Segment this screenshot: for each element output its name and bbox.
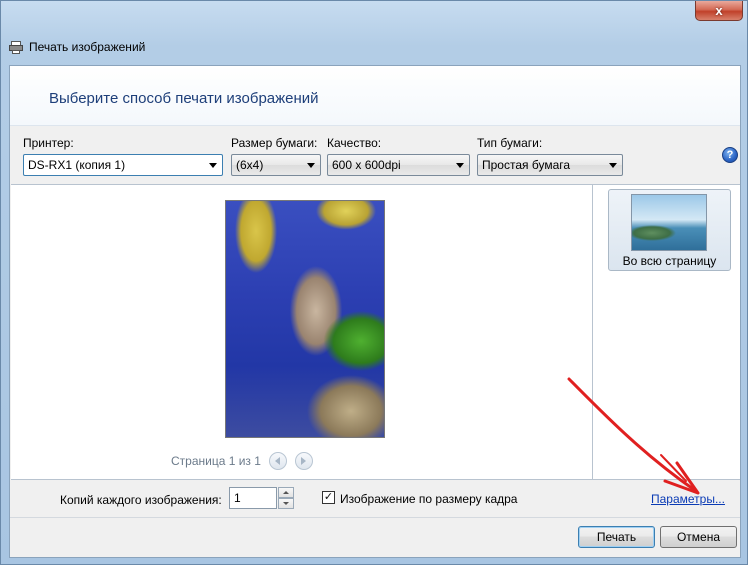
chevron-down-icon — [609, 162, 617, 168]
arrow-right-icon — [301, 457, 307, 465]
options-link[interactable]: Параметры... — [651, 492, 725, 506]
copies-increment-button[interactable] — [278, 487, 294, 498]
quality-label: Качество: — [327, 136, 382, 150]
copies-label: Копий каждого изображения: — [60, 493, 222, 507]
quality-control: Качество: 600 x 600dpi — [327, 136, 470, 176]
paper-size-select[interactable]: (6x4) — [231, 154, 321, 176]
print-dialog-window: x Печать изображений Выберите способ печ… — [0, 0, 748, 565]
layout-list: Во всю страницу — [592, 184, 740, 480]
header-band: Выберите способ печати изображений — [10, 66, 740, 126]
copies-decrement-button[interactable] — [278, 498, 294, 509]
paper-size-label: Размер бумаги: — [231, 136, 318, 150]
printer-label: Принтер: — [23, 136, 74, 150]
print-button[interactable]: Печать — [578, 526, 655, 548]
copies-and-options-row: Копий каждого изображения: 1 ✓ Изображен… — [10, 480, 740, 518]
chevron-up-icon — [283, 491, 289, 494]
help-icon[interactable]: ? — [722, 147, 738, 163]
paper-size-control: Размер бумаги: (6x4) — [231, 136, 321, 176]
title-bar: Печать изображений — [9, 37, 409, 57]
fit-to-frame-label[interactable]: Изображение по размеру кадра — [340, 492, 517, 506]
layout-thumbnail — [631, 194, 707, 251]
previous-page-button[interactable] — [268, 452, 287, 470]
copies-spinner — [278, 487, 294, 509]
paper-size-value: (6x4) — [236, 158, 264, 172]
chevron-down-icon — [307, 162, 315, 168]
print-preview-pane: Страница 1 из 1 — [11, 184, 592, 480]
layout-item-full-page[interactable]: Во всю страницу — [608, 189, 731, 271]
window-title: Печать изображений — [29, 40, 146, 54]
page-navigator: Страница 1 из 1 — [171, 451, 351, 471]
page-title: Выберите способ печати изображений — [49, 90, 319, 107]
paper-type-select[interactable]: Простая бумага — [477, 154, 623, 176]
printer-control: Принтер: DS-RX1 (копия 1) — [23, 136, 223, 176]
printer-select[interactable]: DS-RX1 (копия 1) — [23, 154, 223, 176]
fit-to-frame-checkbox[interactable]: ✓ — [322, 491, 335, 504]
print-settings-row: Принтер: DS-RX1 (копия 1) Размер бумаги:… — [10, 136, 740, 180]
layout-item-label: Во всю страницу — [622, 254, 717, 268]
copies-input[interactable]: 1 — [229, 487, 277, 509]
chevron-down-icon — [209, 162, 217, 168]
arrow-left-icon — [275, 457, 281, 465]
close-button[interactable]: x — [695, 1, 743, 21]
page-indicator: Страница 1 из 1 — [171, 454, 261, 468]
quality-select[interactable]: 600 x 600dpi — [327, 154, 470, 176]
paper-type-label: Тип бумаги: — [477, 136, 543, 150]
preview-photo — [225, 200, 385, 438]
cancel-button[interactable]: Отмена — [660, 526, 737, 548]
next-page-button[interactable] — [294, 452, 313, 470]
dialog-client-area: Выберите способ печати изображений Принт… — [9, 65, 741, 558]
paper-type-value: Простая бумага — [482, 158, 571, 172]
printer-icon — [9, 40, 23, 54]
chevron-down-icon — [456, 162, 464, 168]
quality-value: 600 x 600dpi — [332, 158, 401, 172]
chevron-down-icon — [283, 502, 289, 505]
printer-value: DS-RX1 (копия 1) — [28, 158, 126, 172]
paper-type-control: Тип бумаги: Простая бумага — [477, 136, 623, 176]
